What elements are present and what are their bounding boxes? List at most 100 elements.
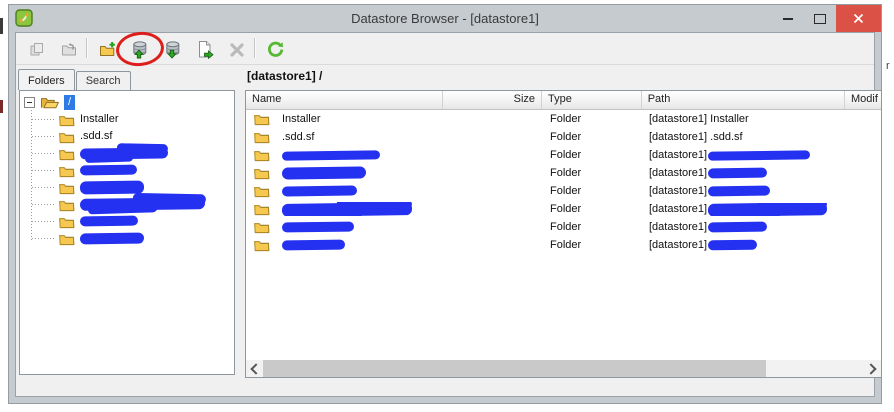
toolbar-upload-button[interactable] (124, 36, 154, 63)
cell-path: [datastore1] (643, 167, 847, 179)
upload-to-datastore-icon (130, 40, 149, 59)
table-row[interactable]: Folder [datastore1] (246, 200, 881, 218)
tree-item-label (80, 197, 205, 212)
column-header-modif[interactable]: Modif (845, 91, 881, 109)
file-name (282, 203, 412, 216)
table-row[interactable]: Folder [datastore1] (246, 146, 881, 164)
tree-item[interactable] (20, 162, 234, 179)
cell-path: [datastore1] (643, 203, 847, 216)
table-row[interactable]: Installer Folder [datastore1] Installer (246, 110, 881, 128)
tree-item[interactable] (20, 213, 234, 230)
folder-icon (58, 215, 75, 229)
maximize-button[interactable] (804, 5, 836, 32)
redaction-scribble (708, 222, 767, 233)
file-name (282, 221, 354, 233)
toolbar-delete-button[interactable] (222, 36, 252, 63)
tab-folders[interactable]: Folders (18, 69, 75, 90)
file-list-panel[interactable]: NameSizeTypePathModif Installer Folder [… (245, 90, 882, 378)
titlebar[interactable]: Datastore Browser - [datastore1] (9, 5, 881, 32)
tree-connector (32, 119, 56, 120)
refresh-icon (266, 40, 285, 59)
minimize-button[interactable] (772, 5, 804, 32)
path-prefix: [datastore1] (649, 167, 707, 179)
cell-type: Folder (543, 239, 643, 251)
scrollbar-thumb[interactable] (263, 360, 766, 377)
folder-tree-panel[interactable]: / Installer .sdd.sf (19, 90, 235, 375)
cell-path: [datastore1] .sdd.sf (643, 131, 847, 143)
window-content: Folders Search [datastore1] / / Installe… (15, 32, 875, 397)
cell-path: [datastore1] Installer (643, 113, 847, 125)
path-prefix: [datastore1] .sdd.sf (649, 131, 743, 143)
toolbar-download-button[interactable] (157, 36, 187, 63)
tree-item-label (80, 231, 144, 246)
table-row[interactable]: Folder [datastore1] (246, 236, 881, 254)
path-prefix: [datastore1] (649, 185, 707, 197)
toolbar-new-folder-button[interactable] (92, 36, 122, 63)
table-row[interactable]: Folder [datastore1] (246, 164, 881, 182)
cell-type: Folder (543, 203, 643, 215)
redaction-scribble (708, 150, 810, 160)
column-header-name[interactable]: Name (246, 91, 443, 109)
cell-type: Folder (543, 131, 643, 143)
redaction-scribble (282, 166, 366, 179)
table-row[interactable]: Folder [datastore1] (246, 182, 881, 200)
chevron-left-icon (250, 363, 261, 374)
table-row[interactable]: .sdd.sf Folder [datastore1] .sdd.sf (246, 128, 881, 146)
move-folder-icon (60, 41, 78, 59)
tree-item-label: Installer (80, 112, 119, 127)
redaction-scribble (282, 150, 380, 160)
file-name (282, 239, 345, 251)
tree-connector (32, 187, 56, 188)
collapse-icon[interactable] (24, 97, 35, 108)
tree-item[interactable]: Installer (20, 111, 234, 128)
tree-item[interactable] (20, 196, 234, 213)
tree-item[interactable] (20, 230, 234, 247)
file-copy-icon (196, 40, 215, 59)
folder-icon (253, 238, 270, 252)
cell-name (246, 220, 444, 234)
redaction-scribble (708, 168, 767, 179)
table-row[interactable]: Folder [datastore1] (246, 218, 881, 236)
redaction-scribble (708, 240, 757, 251)
toolbar-move-button[interactable] (54, 36, 84, 63)
path-prefix: [datastore1] (649, 203, 707, 215)
redaction-scribble (80, 197, 205, 211)
scroll-right-button[interactable] (864, 360, 881, 377)
tree-connector (32, 238, 56, 239)
scroll-left-button[interactable] (246, 360, 263, 377)
column-header-size[interactable]: Size (443, 91, 542, 109)
cell-path: [datastore1] (643, 239, 847, 251)
tree-item-label: .sdd.sf (80, 129, 112, 144)
cell-name: .sdd.sf (246, 130, 444, 144)
tree-item-label: / (64, 95, 75, 110)
tab-search[interactable]: Search (76, 71, 131, 90)
tree-item-label (80, 146, 168, 161)
folder-icon (58, 198, 75, 212)
maximize-icon (814, 14, 826, 24)
cell-path: [datastore1] (643, 149, 847, 161)
file-name (282, 167, 366, 179)
cell-path: [datastore1] (643, 221, 847, 233)
toolbar-copy-button[interactable] (22, 36, 52, 63)
scrollbar-track[interactable] (263, 360, 864, 377)
cell-name: Installer (246, 112, 444, 126)
tree-item[interactable] (20, 145, 234, 162)
cell-path: [datastore1] (643, 185, 847, 197)
toolbar-file-copy-button[interactable] (190, 36, 220, 63)
minimize-icon (783, 18, 793, 20)
redaction-scribble (282, 186, 357, 197)
toolbar-refresh-button[interactable] (260, 36, 290, 63)
redaction-scribble (80, 232, 144, 244)
horizontal-scrollbar[interactable] (246, 360, 881, 377)
background-mark (0, 100, 3, 113)
column-header-path[interactable]: Path (642, 91, 845, 109)
redaction-scribble (282, 222, 354, 233)
column-header-type[interactable]: Type (542, 91, 642, 109)
tree-item-root[interactable]: / (20, 94, 234, 111)
redaction-scribble (708, 203, 827, 216)
cell-name (246, 166, 444, 180)
folder-icon (253, 112, 270, 126)
tab-bar: Folders Search (18, 66, 132, 90)
window-title: Datastore Browser - [datastore1] (9, 5, 881, 32)
close-button[interactable] (836, 5, 881, 32)
